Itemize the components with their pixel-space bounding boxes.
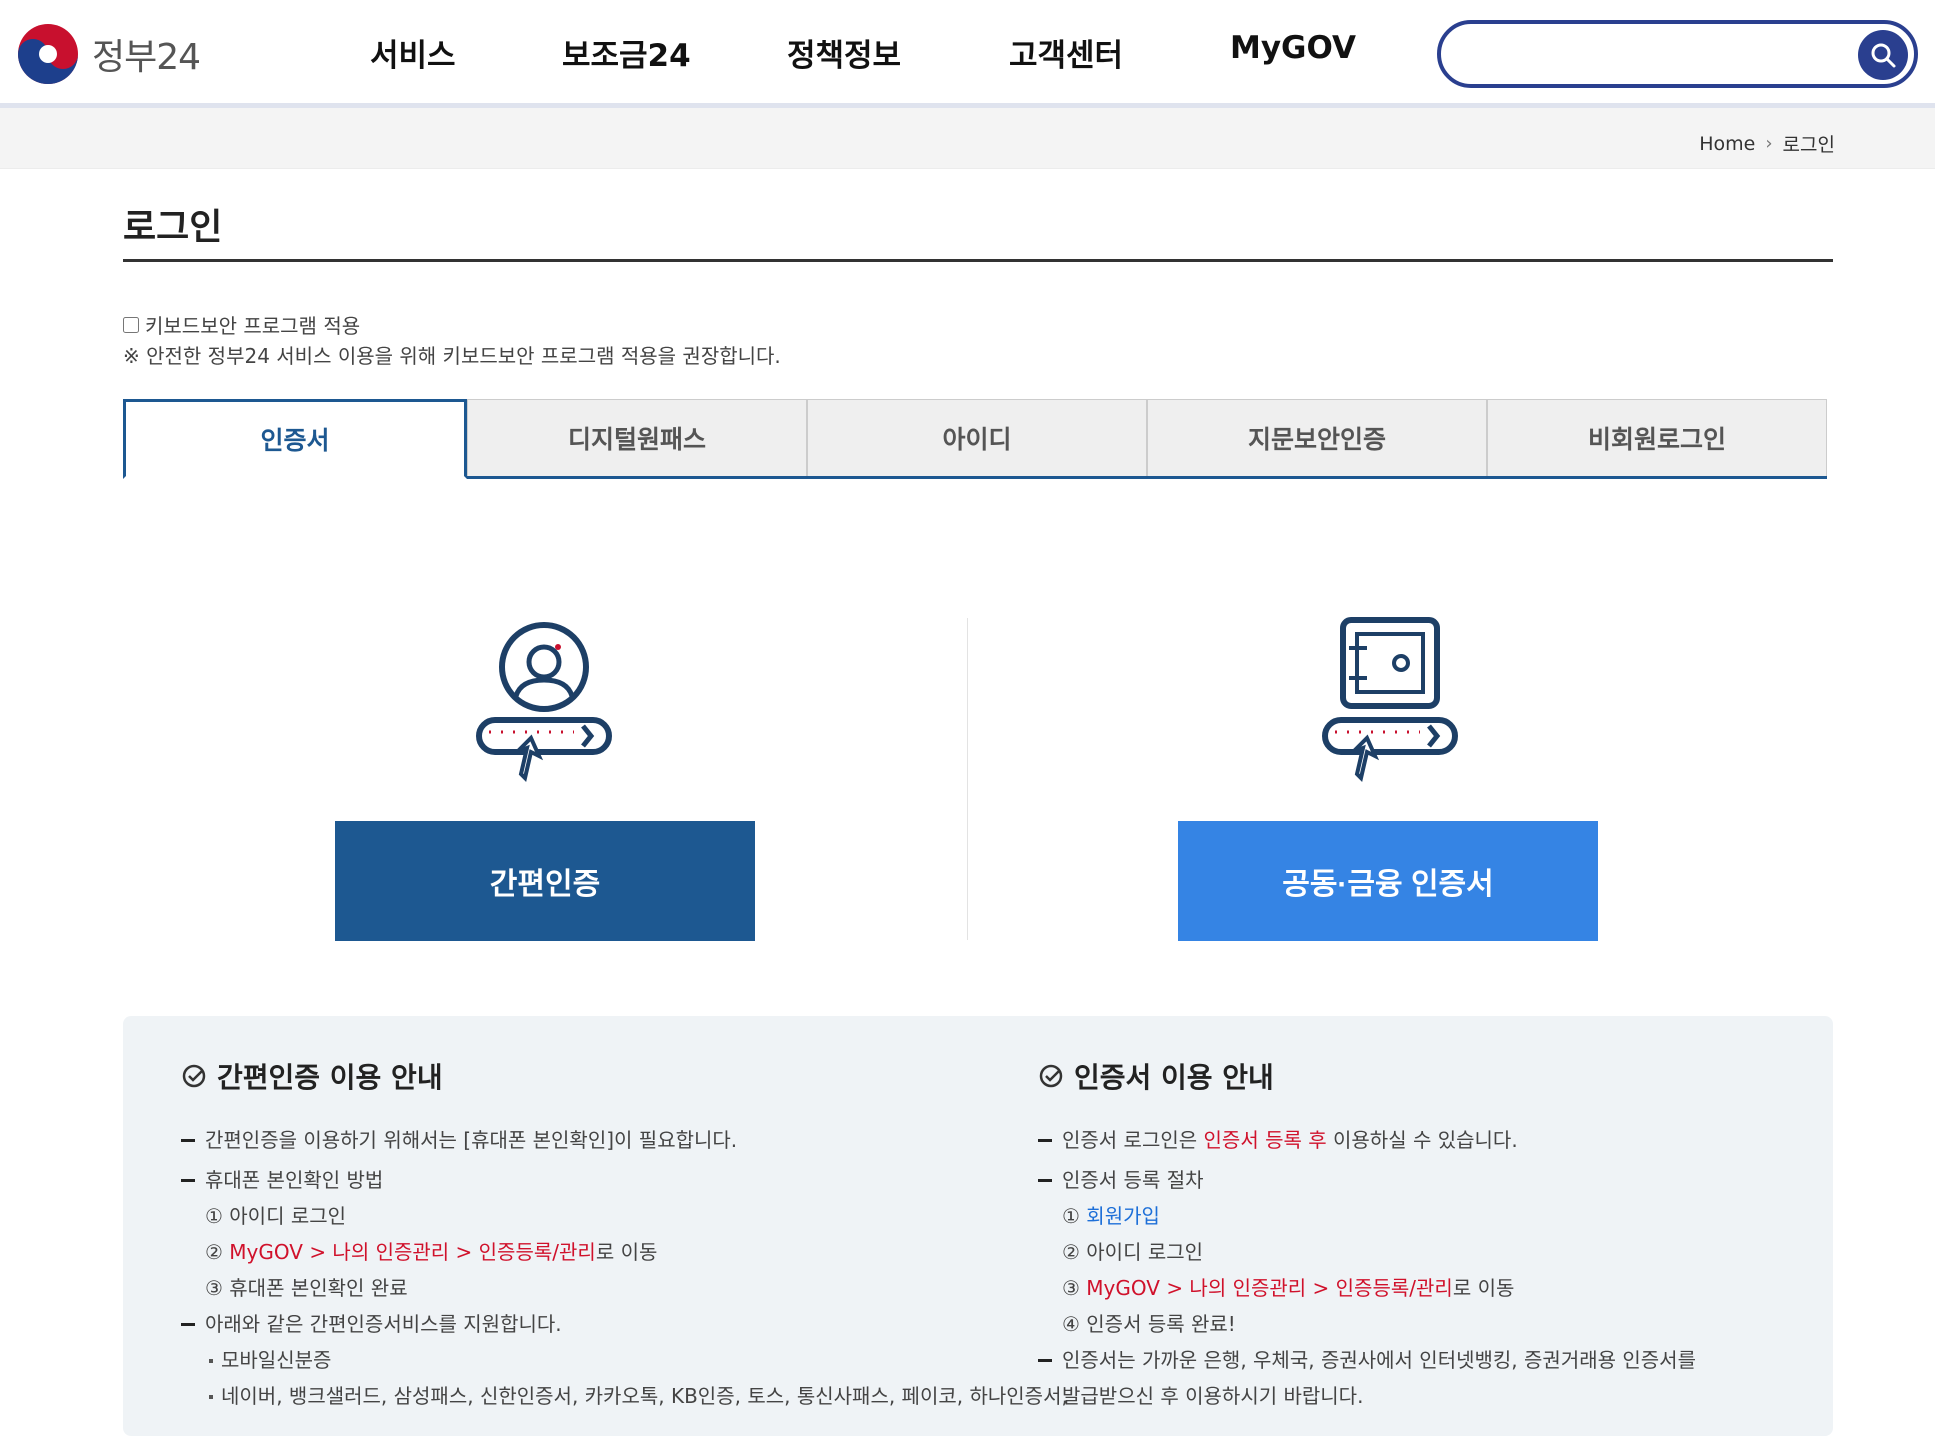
certificate-guide: 인증서 이용 안내 인증서 로그인은 인증서 등록 후 이용하실 수 있습니다.… <box>1038 1056 1798 1414</box>
options-divider <box>967 618 968 940</box>
breadcrumb: Home › 로그인 <box>1699 130 1835 157</box>
list-item: 아래와 같은 간편인증서비스를 지원합니다. <box>205 1312 562 1336</box>
tab-fingerprint[interactable]: 지문보안인증 <box>1147 399 1487 476</box>
certificate-guide-title: 인증서 이용 안내 <box>1074 1061 1274 1094</box>
keyboard-security-checkbox[interactable] <box>123 316 139 333</box>
tab-certificate[interactable]: 인증서 <box>123 399 467 479</box>
search-box <box>1437 20 1918 88</box>
list-item: ① 아이디 로그인 <box>205 1204 347 1228</box>
keyboard-security-label: 키보드보안 프로그램 적용 <box>145 314 361 338</box>
simple-auth-button[interactable]: 간편인증 <box>335 821 755 941</box>
check-circle-icon <box>1039 1064 1063 1088</box>
simple-auth-guide-heading: 간편인증 이용 안내 <box>181 1056 1001 1096</box>
tab-id[interactable]: 아이디 <box>807 399 1147 476</box>
taegeuk-logo-icon <box>18 24 78 84</box>
list-item: ③ MyGOV > 나의 인증관리 > 인증등록/관리로 이동 <box>1062 1276 1515 1300</box>
list-item: 간편인증을 이용하기 위해서는 [휴대폰 본인확인]이 필요합니다. <box>205 1128 738 1152</box>
site-header: 정부24 서비스 보조금24 정책정보 고객센터 MyGOV <box>0 0 1935 108</box>
list-item: ② MyGOV > 나의 인증관리 > 인증등록/관리로 이동 <box>205 1240 658 1264</box>
list-item: ④ 인증서 등록 완료! <box>1062 1312 1236 1336</box>
certificate-guide-list: 인증서 로그인은 인증서 등록 후 이용하실 수 있습니다. 인증서 등록 절차… <box>1038 1122 1798 1414</box>
breadcrumb-home[interactable]: Home <box>1699 133 1755 155</box>
nav-policy-info[interactable]: 정책정보 <box>787 30 901 75</box>
title-divider <box>123 259 1833 262</box>
keyboard-security-option[interactable]: 키보드보안 프로그램 적용 <box>123 310 360 339</box>
nav-services[interactable]: 서비스 <box>370 30 456 75</box>
simple-auth-guide-list: 간편인증을 이용하기 위해서는 [휴대폰 본인확인]이 필요합니다. 휴대폰 본… <box>181 1122 1068 1414</box>
keyboard-security-note: ※ 안전한 정부24 서비스 이용을 위해 키보드보안 프로그램 적용을 권장합… <box>123 344 781 368</box>
nav-mygov[interactable]: MyGOV <box>1230 30 1356 66</box>
list-item: 인증서 로그인은 인증서 등록 후 이용하실 수 있습니다. <box>1062 1128 1518 1152</box>
list-item: 발급받으신 후 이용하시기 바랍니다. <box>1062 1384 1364 1408</box>
breadcrumb-current: 로그인 <box>1782 134 1835 156</box>
nav-subsidy24[interactable]: 보조금24 <box>562 30 691 75</box>
site-logo[interactable]: 정부24 <box>16 22 216 86</box>
check-circle-icon <box>182 1064 206 1088</box>
logo-text: 정부24 <box>92 37 201 78</box>
login-tabs: 인증서 디지털원패스 아이디 지문보안인증 비회원로그인 <box>123 399 1827 479</box>
list-item: 모바일신분증 <box>221 1348 332 1372</box>
list-item: ② 아이디 로그인 <box>1062 1240 1204 1264</box>
tab-digital-onepass[interactable]: 디지털원패스 <box>467 399 807 476</box>
safe-password-icon <box>1322 617 1458 782</box>
list-item: 휴대폰 본인확인 방법 <box>205 1168 384 1192</box>
tab-guest-login[interactable]: 비회원로그인 <box>1487 399 1827 476</box>
search-button[interactable] <box>1858 30 1908 80</box>
list-item: ③ 휴대폰 본인확인 완료 <box>205 1276 408 1300</box>
certificate-button[interactable]: 공동·금융 인증서 <box>1178 821 1598 941</box>
certificate-guide-heading: 인증서 이용 안내 <box>1038 1056 1798 1096</box>
list-item: 네이버, 뱅크샐러드, 삼성패스, 신한인증서, 카카오톡, KB인증, 토스,… <box>221 1384 1068 1408</box>
page-title: 로그인 <box>123 207 223 248</box>
signup-link[interactable]: 회원가입 <box>1086 1204 1160 1228</box>
info-panel: 간편인증 이용 안내 간편인증을 이용하기 위해서는 [휴대폰 본인확인]이 필… <box>123 1016 1833 1436</box>
simple-auth-guide: 간편인증 이용 안내 간편인증을 이용하기 위해서는 [휴대폰 본인확인]이 필… <box>181 1056 1068 1414</box>
simple-auth-guide-title: 간편인증 이용 안내 <box>217 1061 443 1094</box>
sub-bar: Home › 로그인 <box>0 108 1935 169</box>
search-input[interactable] <box>1465 34 1839 76</box>
list-item: 인증서는 가까운 은행, 우체국, 증권사에서 인터넷뱅킹, 증권거래용 인증서… <box>1062 1348 1696 1372</box>
mygov-path-link[interactable]: MyGOV > 나의 인증관리 > 인증등록/관리 <box>1086 1276 1453 1300</box>
list-item: 인증서 등록 절차 <box>1062 1168 1204 1192</box>
nav-customer-center[interactable]: 고객센터 <box>1009 30 1123 75</box>
mygov-path-link[interactable]: MyGOV > 나의 인증관리 > 인증등록/관리 <box>229 1240 596 1264</box>
list-item: ① 회원가입 <box>1062 1204 1160 1228</box>
search-icon <box>1871 43 1896 68</box>
user-password-icon <box>476 622 612 782</box>
chevron-right-icon: › <box>1765 133 1773 154</box>
